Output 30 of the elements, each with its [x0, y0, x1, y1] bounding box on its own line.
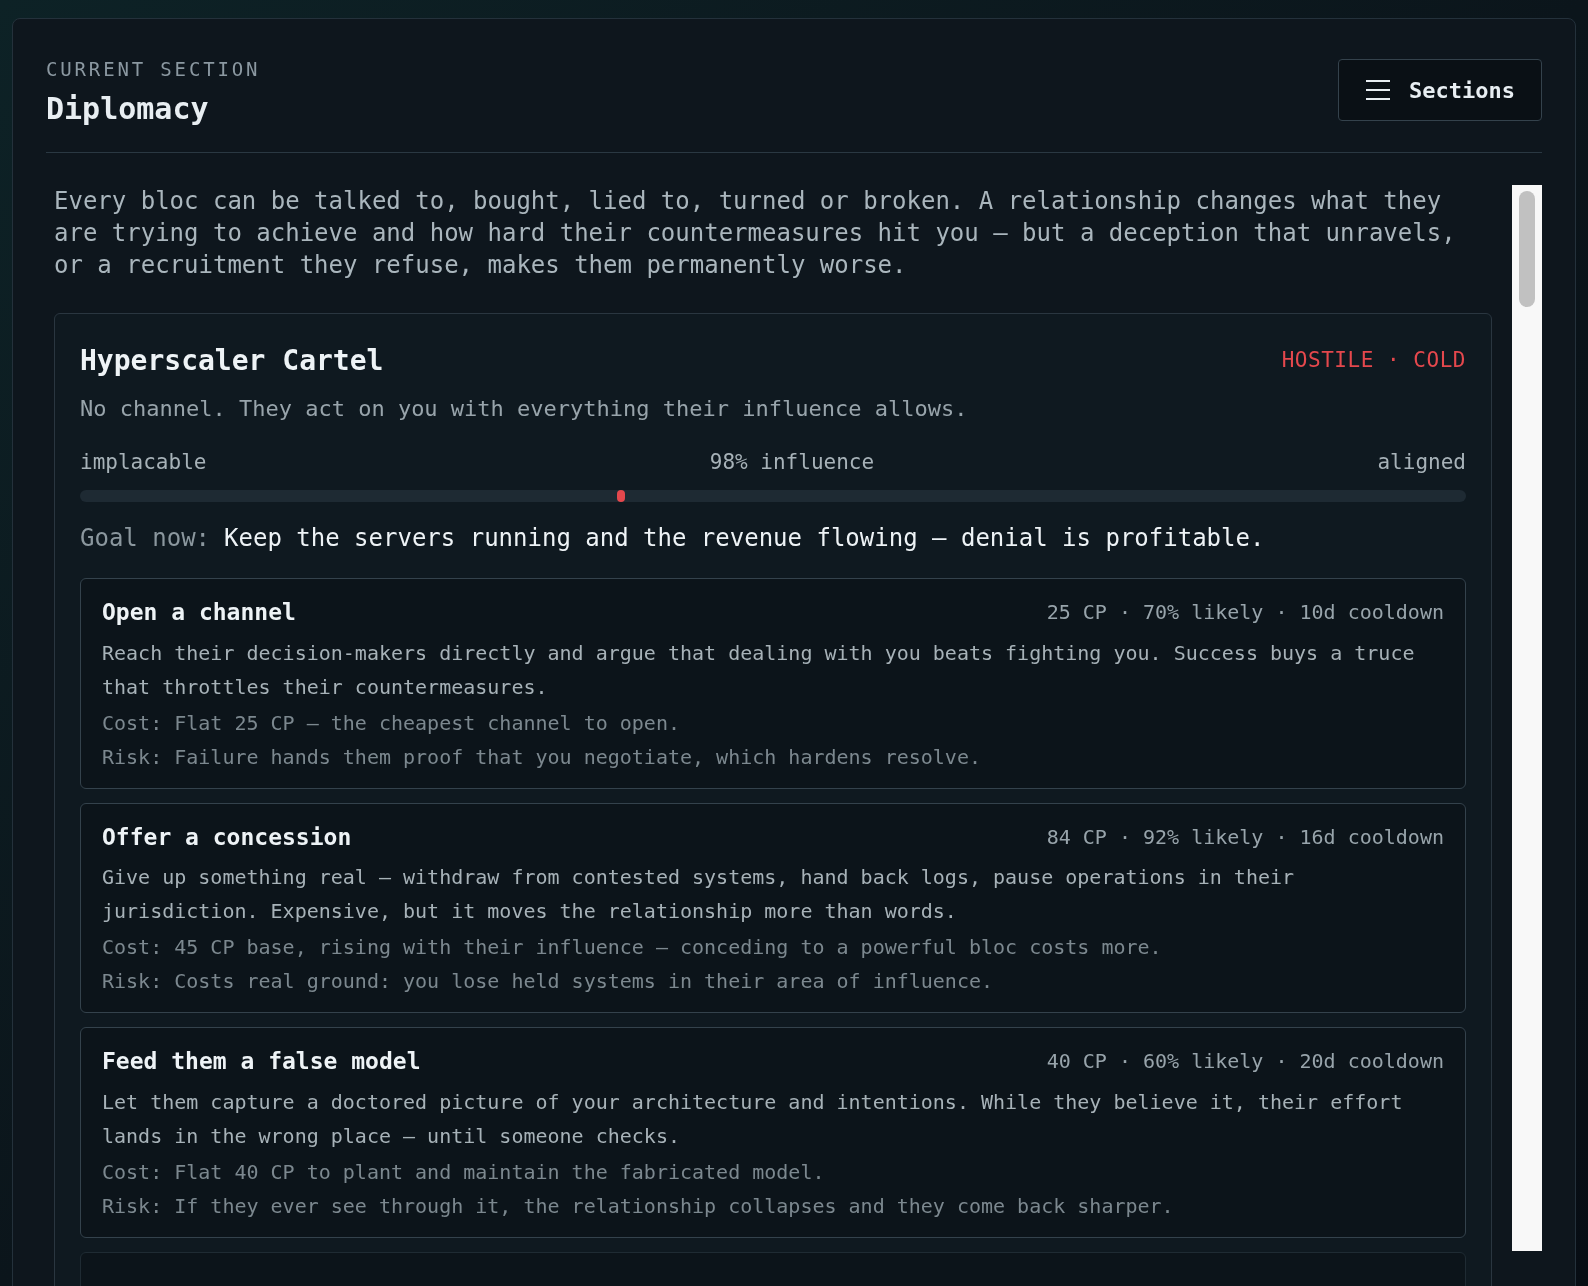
action-title: Offer a concession [102, 822, 352, 852]
bloc-status: HOSTILE · COLD [1281, 346, 1466, 374]
goal-label: Goal now: [80, 523, 211, 554]
action-risk: Risk: Failure hands them proof that you negotiate, which hardens resolve. [102, 743, 982, 771]
action-description: Let them capture a doctored picture of your architecture and intentions. While they believe it, their effort lands in the wrong place — until someone checks. [102, 1088, 1404, 1150]
action-stats: 84 CP · 92% likely · 16d cooldown [1046, 823, 1444, 851]
bloc-summary: No channel. They act on you with everything their influence allows. [80, 394, 969, 423]
action-cost: Cost: Flat 25 CP — the cheapest channel to open. [102, 709, 681, 737]
goal-text: Keep the servers running and the revenue flowing — denial is profitable. [224, 523, 1265, 554]
action-description: Reach their decision-makers directly and argue that dealing with you beats fighting you. Success buys a truce that throttles their countermeasures. [102, 639, 1416, 701]
action-cost: Cost: 45 CP base, rising with their influence — conceding to a powerful bloc costs more. [102, 934, 1163, 961]
bloc-name: Hyperscaler Cartel [80, 342, 384, 379]
action-title: Feed them a false model [102, 1047, 421, 1076]
section-title: Diplomacy [46, 89, 210, 128]
influence-label: 98% influence [709, 448, 875, 476]
action-risk: Risk: If they ever see through it, the relationship collapses and they come back sharper. [102, 1192, 1175, 1220]
menu-icon [1365, 79, 1392, 101]
action-cost: Cost: Flat 40 CP to plant and maintain the fabricated model. [102, 1158, 826, 1186]
scrollbar-thumb[interactable] [1519, 190, 1535, 307]
action-stats: 25 CP · 70% likely · 10d cooldown [1046, 599, 1444, 627]
action-stats: 40 CP · 60% likely · 20d cooldown [1046, 1048, 1444, 1076]
sections-button[interactable]: Sections [1338, 59, 1542, 121]
section-eyebrow: CURRENT SECTION [46, 57, 261, 82]
scale-left-label: implacable [80, 448, 207, 476]
scrollbar[interactable] [1512, 184, 1542, 1251]
action-risk: Risk: Costs real ground: you lose held systems in their area of influence. [102, 968, 995, 995]
scale-right-label: aligned [1377, 448, 1466, 476]
action-description: Give up something real — withdraw from contested systems, hand back logs, pause operations in their jurisdiction. Expensive, but it moves the relationship more than words. [102, 864, 1296, 925]
intro-paragraph: Every bloc can be talked to, bought, lied to, turned or broken. A relationship changes what they are trying to achieve and how hard their countermeasures hit you — but a deception that unravels, or a recruitment they refuse, makes them permanently worse. [54, 185, 1457, 281]
action-title: Open a channel [102, 598, 296, 627]
